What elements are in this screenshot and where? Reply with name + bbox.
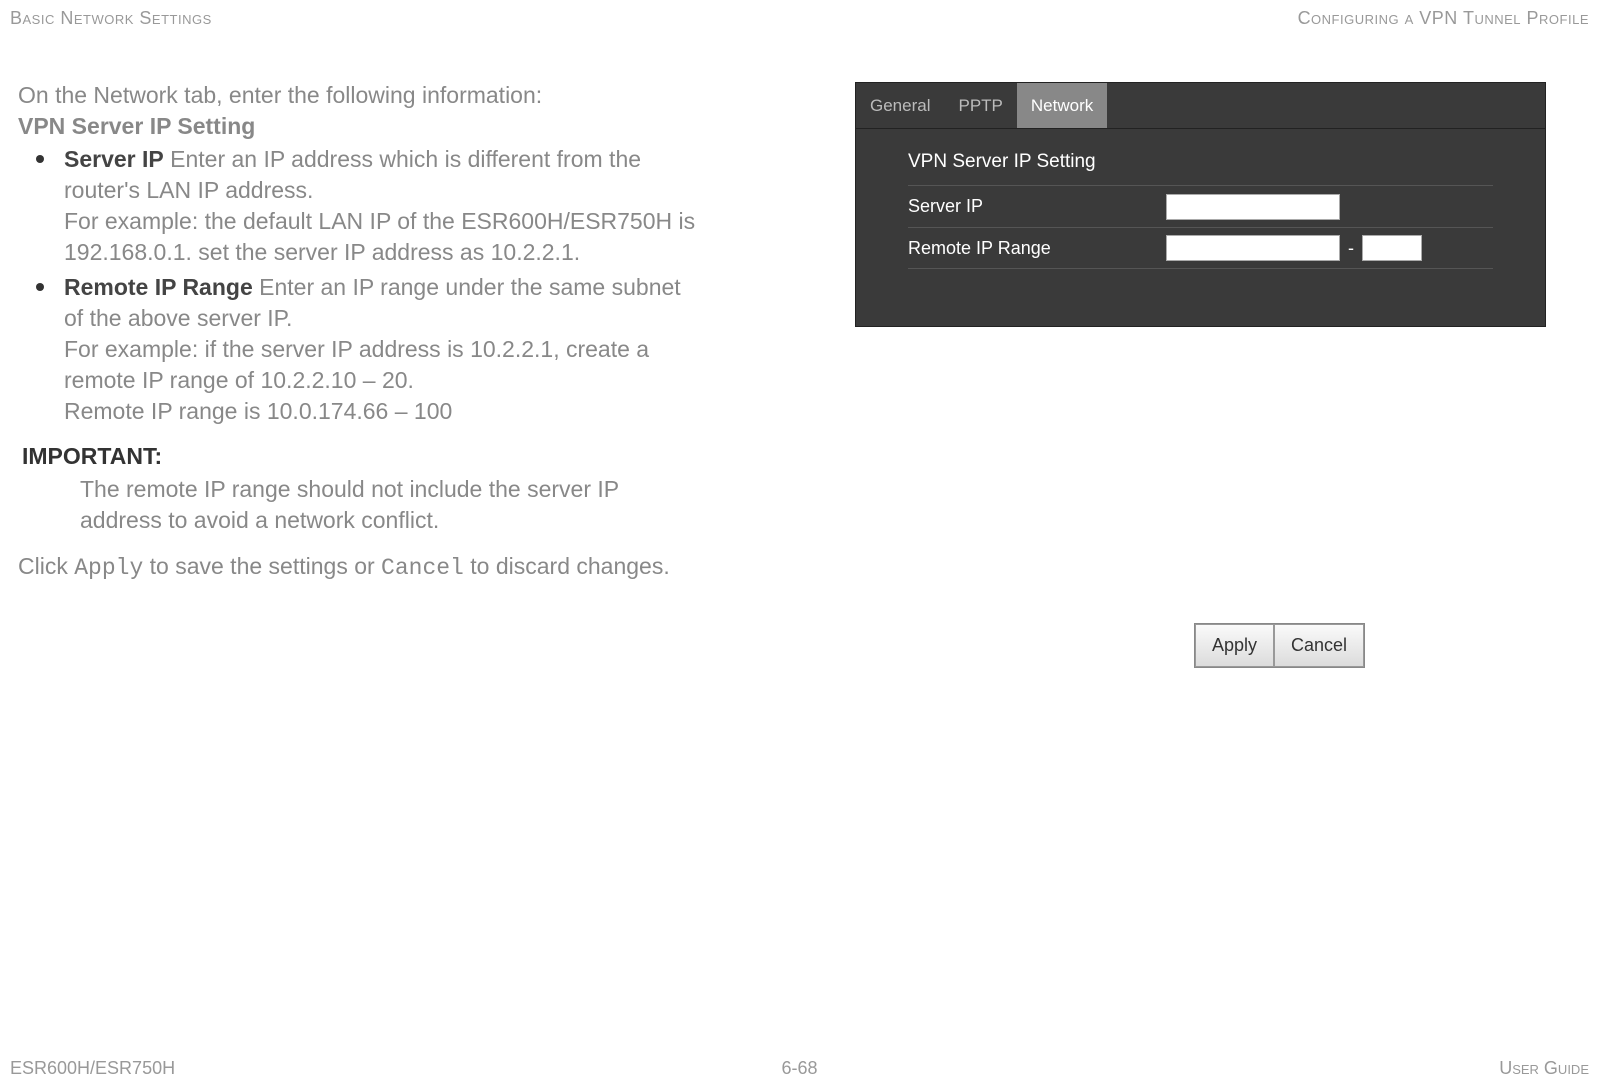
list-item: Server IP Enter an IP address which is d… [36, 144, 698, 268]
footer-page-number: 6-68 [781, 1058, 817, 1079]
apply-button[interactable]: Apply [1195, 624, 1274, 667]
header-right: Configuring a VPN Tunnel Profile [1298, 8, 1589, 29]
label-server-ip: Server IP [908, 196, 1166, 217]
remote-range-end-input[interactable] [1362, 235, 1422, 261]
server-ip-input[interactable] [1166, 194, 1340, 220]
example-server-ip: For example: the default LAN IP of the E… [64, 208, 695, 265]
control-remote-range: - [1166, 235, 1493, 261]
important-label: IMPORTANT: [22, 443, 698, 470]
extra-remote-range: Remote IP range is 10.0.174.66 – 100 [64, 398, 452, 424]
click-pre: Click [18, 553, 74, 579]
footer-model: ESR600H/ESR750H [10, 1058, 175, 1079]
settings-panel-screenshot: General PPTP Network VPN Server IP Setti… [855, 82, 1546, 327]
cancel-button[interactable]: Cancel [1274, 624, 1364, 667]
footer-guide-label: User Guide [1499, 1058, 1589, 1079]
apply-code: Apply [74, 555, 143, 581]
row-remote-range: Remote IP Range - [908, 227, 1493, 269]
panel-body: VPN Server IP Setting Server IP Remote I… [856, 129, 1545, 279]
example-remote-range: For example: if the server IP address is… [64, 336, 649, 393]
cancel-code: Cancel [381, 555, 464, 581]
click-post: to discard changes. [464, 553, 670, 579]
instruction-text: On the Network tab, enter the following … [18, 82, 698, 584]
range-dash: - [1348, 238, 1354, 259]
list-item: Remote IP Range Enter an IP range under … [36, 272, 698, 427]
term-remote-range: Remote IP Range [64, 274, 253, 300]
intro-text: On the Network tab, enter the following … [18, 82, 698, 109]
tab-general[interactable]: General [856, 83, 944, 128]
panel-section-title: VPN Server IP Setting [908, 151, 1493, 173]
action-buttons-screenshot: Apply Cancel [1194, 623, 1365, 668]
tab-bar: General PPTP Network [856, 83, 1545, 129]
control-server-ip [1166, 194, 1493, 220]
click-instruction: Click Apply to save the settings or Canc… [18, 551, 698, 584]
remote-range-start-input[interactable] [1166, 235, 1340, 261]
click-mid: to save the settings or [143, 553, 381, 579]
important-body: The remote IP range should not include t… [80, 474, 698, 536]
tab-network[interactable]: Network [1017, 83, 1107, 128]
row-server-ip: Server IP [908, 185, 1493, 227]
label-remote-range: Remote IP Range [908, 238, 1166, 259]
header-left: Basic Network Settings [10, 8, 212, 29]
tab-pptp[interactable]: PPTP [944, 83, 1016, 128]
section-title: VPN Server IP Setting [18, 113, 698, 140]
term-server-ip: Server IP [64, 146, 164, 172]
